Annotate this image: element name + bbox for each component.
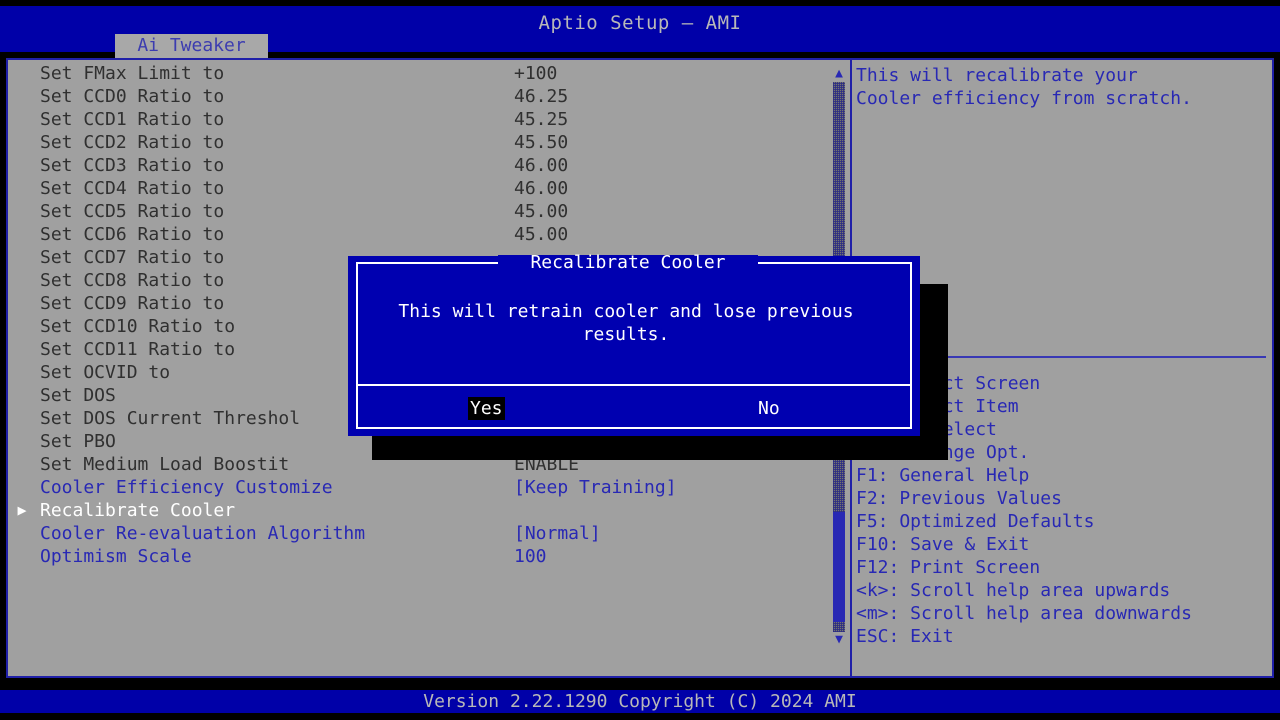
settings-row[interactable]: Set CCD3 Ratio to 46.00 — [10, 154, 828, 177]
settings-row-label: Set OCVID to — [40, 362, 171, 383]
settings-row-value[interactable]: +100 — [514, 62, 557, 85]
no-button[interactable]: No — [756, 397, 782, 420]
settings-row-label: Set CCD5 Ratio to — [40, 201, 225, 222]
settings-row-label: Set CCD10 Ratio to — [40, 316, 236, 337]
settings-row-label: Set CCD11 Ratio to — [40, 339, 236, 360]
settings-row-value[interactable]: 45.00 — [514, 223, 568, 246]
settings-row-value[interactable]: 100 — [514, 545, 547, 568]
settings-row[interactable]: Set FMax Limit to +100 — [10, 62, 828, 85]
settings-row[interactable]: Optimism Scale 100 — [10, 545, 828, 568]
settings-row-label: Set CCD4 Ratio to — [40, 178, 225, 199]
settings-row-label: Set CCD3 Ratio to — [40, 155, 225, 176]
settings-row-label: Set FMax Limit to — [40, 63, 225, 84]
settings-row[interactable]: Cooler Efficiency Customize [Keep Trainin… — [10, 476, 828, 499]
settings-row-label: Set PBO — [40, 431, 116, 452]
dialog-separator — [356, 384, 912, 386]
settings-row[interactable]: Set CCD0 Ratio to 46.25 — [10, 85, 828, 108]
settings-row-label: Set CCD1 Ratio to — [40, 109, 225, 130]
settings-row-label: Set DOS Current Threshol — [40, 408, 301, 429]
settings-row-label: Set CCD6 Ratio to — [40, 224, 225, 245]
settings-row[interactable]: Cooler Re-evaluation Algorithm [Normal] — [10, 522, 828, 545]
dialog-title: Recalibrate Cooler — [530, 252, 726, 273]
settings-row-value[interactable]: 46.00 — [514, 154, 568, 177]
settings-row-value[interactable]: [Normal] — [514, 522, 601, 545]
settings-row-value[interactable]: 45.50 — [514, 131, 568, 154]
settings-row-label: Cooler Re-evaluation Algorithm — [40, 523, 366, 544]
dialog-button-row: Yes No — [358, 392, 910, 426]
settings-row-label: Set CCD2 Ratio to — [40, 132, 225, 153]
tab-ai-tweaker[interactable]: Ai Tweaker — [115, 34, 268, 58]
settings-row[interactable]: Set CCD1 Ratio to 45.25 — [10, 108, 828, 131]
bottom-black-bar — [0, 713, 1280, 720]
settings-row-label: Set Medium Load Boostit — [40, 454, 290, 475]
help-description: This will recalibrate your Cooler effici… — [856, 65, 1192, 109]
version-text: Version 2.22.1290 Copyright (C) 2024 AMI — [423, 691, 857, 712]
settings-row-label: Set CCD0 Ratio to — [40, 86, 225, 107]
scrollbar-thumb[interactable] — [833, 512, 845, 622]
settings-row[interactable]: Set CCD6 Ratio to 45.00 — [10, 223, 828, 246]
settings-row-value[interactable]: 46.25 — [514, 85, 568, 108]
scroll-down-arrow-icon[interactable]: ▼ — [830, 633, 848, 646]
settings-row[interactable]: Set CCD2 Ratio to 45.50 — [10, 131, 828, 154]
scroll-up-arrow-icon[interactable]: ▲ — [830, 67, 848, 80]
settings-row-label: Set CCD8 Ratio to — [40, 270, 225, 291]
settings-row-label: Set DOS — [40, 385, 116, 406]
bios-setup-screen: Aptio Setup – AMI Ai Tweaker Set FMax Li… — [0, 0, 1280, 720]
settings-row-value[interactable]: 45.25 — [514, 108, 568, 131]
dialog-message: This will retrain cooler and lose previo… — [398, 301, 854, 345]
header-bar: Aptio Setup – AMI Ai Tweaker — [0, 6, 1280, 58]
settings-row-label: Optimism Scale — [40, 546, 192, 567]
settings-row-value[interactable]: 46.00 — [514, 177, 568, 200]
settings-row[interactable]: Set CCD4 Ratio to 46.00 — [10, 177, 828, 200]
recalibrate-cooler-dialog: Recalibrate Cooler This will retrain coo… — [348, 252, 920, 436]
settings-row-label: Set CCD7 Ratio to — [40, 247, 225, 268]
footer-bar: Version 2.22.1290 Copyright (C) 2024 AMI — [0, 690, 1280, 713]
settings-row-label: Cooler Efficiency Customize — [40, 477, 333, 498]
page-title: Aptio Setup – AMI — [538, 12, 742, 34]
settings-row-label: Recalibrate Cooler — [40, 500, 236, 521]
settings-row-value[interactable]: [Keep Training] — [514, 476, 677, 499]
yes-button[interactable]: Yes — [468, 397, 505, 420]
settings-row[interactable]: ▶ Recalibrate Cooler — [10, 499, 828, 522]
settings-row-value[interactable]: 45.00 — [514, 200, 568, 223]
settings-row-label: Set CCD9 Ratio to — [40, 293, 225, 314]
selection-arrow-icon: ▶ — [17, 501, 27, 519]
settings-row[interactable]: Set CCD5 Ratio to 45.00 — [10, 200, 828, 223]
